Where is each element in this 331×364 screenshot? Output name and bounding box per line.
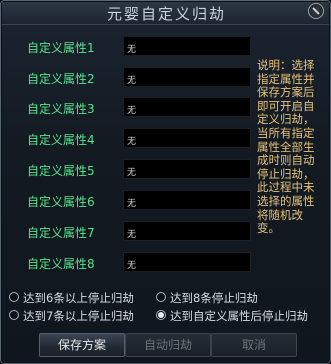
attribute-field-3[interactable]: 无: [123, 97, 251, 117]
attribute-row-8: 自定义属性8 无: [1, 252, 251, 274]
attribute-label: 自定义属性6: [27, 195, 95, 209]
attribute-field-1[interactable]: 无: [123, 36, 251, 56]
attribute-label: 自定义属性8: [27, 257, 95, 271]
close-icon: [312, 7, 320, 15]
attribute-field-8[interactable]: 无: [123, 252, 251, 272]
option-label: 达到6条以上停止归劫: [23, 291, 134, 305]
attribute-row-4: 自定义属性4 无: [1, 128, 251, 150]
window-title: 元婴自定义归劫: [106, 5, 226, 23]
attribute-row-1: 自定义属性1 无: [1, 36, 251, 58]
attribute-row-3: 自定义属性3 无: [1, 97, 251, 119]
radio-button[interactable]: [156, 292, 166, 302]
cancel-button[interactable]: 取消: [211, 333, 297, 357]
attribute-row-2: 自定义属性2 无: [1, 67, 251, 89]
attribute-row-6: 自定义属性6 无: [1, 190, 251, 212]
attribute-field-5[interactable]: 无: [123, 159, 251, 179]
radio-button[interactable]: [9, 310, 19, 320]
attribute-label: 自定义属性5: [27, 164, 95, 178]
attribute-label: 自定义属性2: [27, 72, 95, 86]
option-label: 达到8条停止归劫: [170, 291, 258, 305]
attribute-field-2[interactable]: 无: [123, 67, 251, 87]
attribute-label: 自定义属性7: [27, 226, 95, 240]
attribute-row-7: 自定义属性7 无: [1, 221, 251, 243]
attribute-label: 自定义属性3: [27, 102, 95, 116]
attribute-label: 自定义属性1: [27, 41, 95, 55]
attribute-field-4[interactable]: 无: [123, 128, 251, 148]
attribute-row-5: 自定义属性5 无: [1, 159, 251, 181]
radio-button[interactable]: [9, 292, 19, 302]
custom-tribulation-window: 元婴自定义归劫 自定义属性1 无 自定义属性2 无 自定义属性3 无 自定义属性…: [0, 0, 331, 364]
description-text: 说明：选择指定属性并保存方案后即可开启自定义归劫，当所有指定属性全部生成时则自动…: [257, 58, 315, 236]
option-label: 达到7条以上停止归劫: [23, 309, 134, 323]
auto-tribulation-button[interactable]: 自动归劫: [125, 333, 211, 357]
attribute-field-6[interactable]: 无: [123, 190, 251, 210]
attribute-label: 自定义属性4: [27, 133, 95, 147]
close-button[interactable]: [308, 3, 324, 19]
radio-button-selected[interactable]: [156, 310, 166, 320]
attribute-field-7[interactable]: 无: [123, 221, 251, 241]
option-label: 达到自定义属性后停止归劫: [170, 309, 308, 323]
save-plan-button[interactable]: 保存方案: [39, 333, 125, 357]
